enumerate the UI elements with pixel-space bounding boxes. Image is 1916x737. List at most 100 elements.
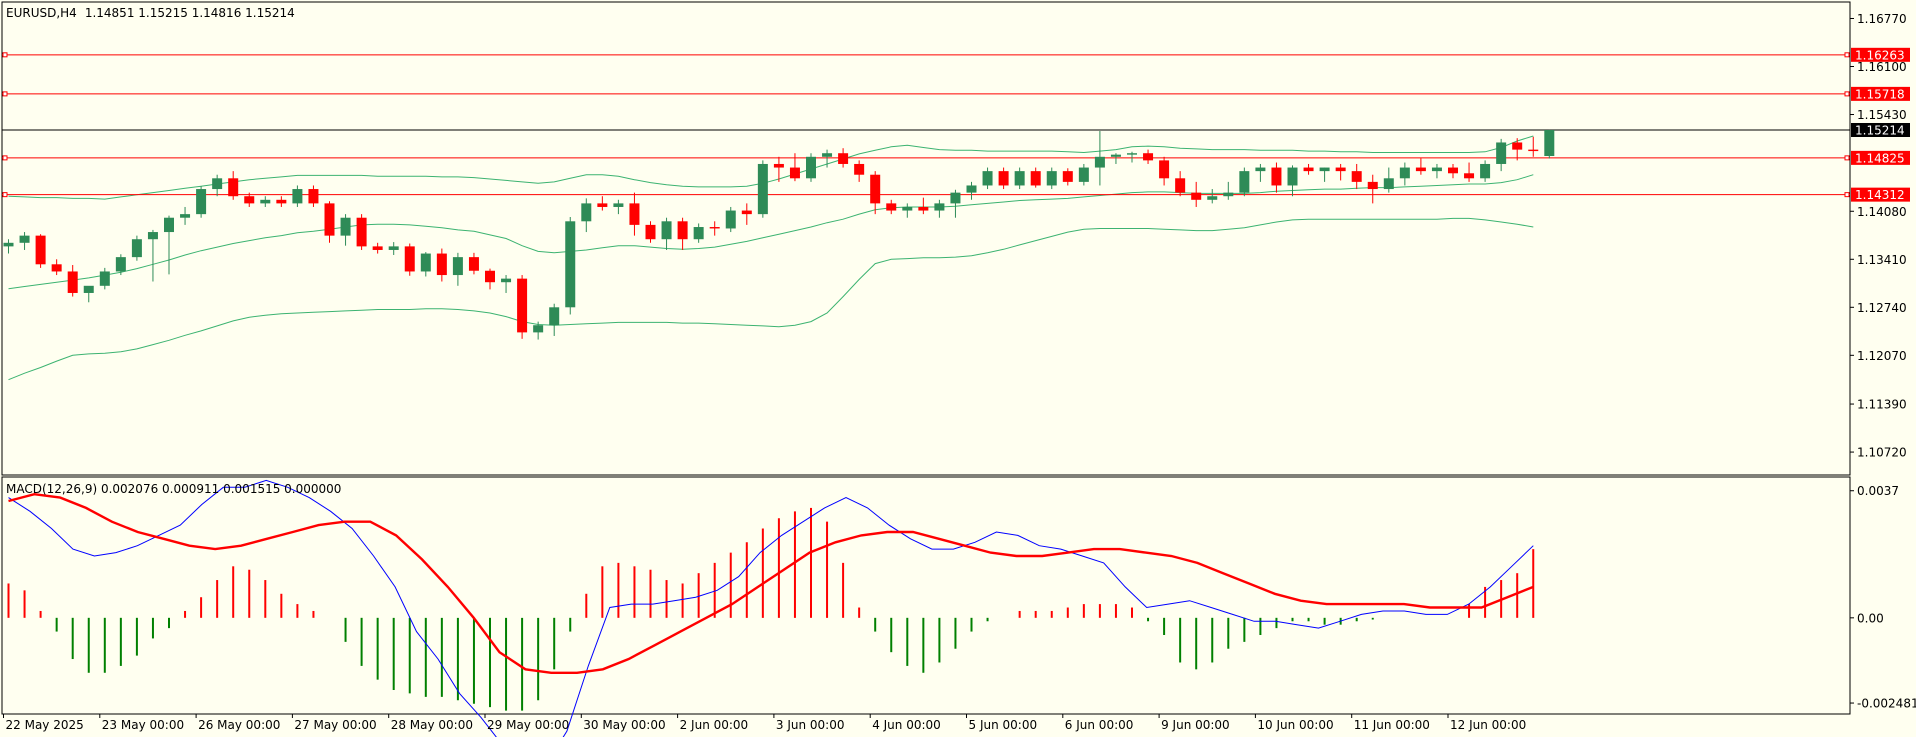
symbol-label: EURUSD,H4: [6, 6, 77, 20]
candle-body: [1239, 171, 1250, 193]
candle-body: [452, 257, 463, 276]
candle-body: [1464, 173, 1475, 179]
candle: [1207, 189, 1218, 204]
level-handle-left: [2, 155, 8, 161]
price-tick-label: 1.10720: [1857, 446, 1907, 460]
candle-body: [838, 153, 849, 164]
candle: [549, 303, 560, 336]
candle: [1448, 163, 1458, 179]
candle: [886, 199, 897, 215]
candle-body: [773, 163, 784, 168]
candle: [388, 242, 399, 255]
time-tick-label: 12 Jun 00:00: [1450, 718, 1526, 732]
candle: [292, 185, 303, 207]
price-tick-label: 1.12740: [1857, 301, 1907, 315]
horizontal-lines: 1.162631.157181.148251.143121.15214: [2, 47, 1910, 202]
candle: [1431, 163, 1442, 179]
time-tick-label: 5 Jun 00:00: [969, 718, 1038, 732]
time-tick-label: 4 Jun 00:00: [872, 718, 941, 732]
level-handle-left: [2, 192, 8, 198]
candle: [1464, 162, 1475, 182]
chart-window: 1.162631.157181.148251.143121.15214 1.16…: [1, 1, 1916, 737]
candle-body: [292, 189, 303, 204]
candle-body: [1335, 167, 1346, 172]
candle: [1014, 167, 1025, 190]
time-tick-label: 6 Jun 00:00: [1065, 718, 1134, 732]
candle: [420, 252, 431, 277]
price-tick-label: 1.13410: [1857, 253, 1907, 267]
candle-body: [629, 203, 640, 225]
candle-body: [324, 203, 335, 236]
candle: [164, 215, 174, 275]
candle: [1110, 153, 1121, 164]
candle-body: [3, 242, 14, 247]
time-tick-label: 27 May 00:00: [294, 718, 376, 732]
candle-body: [1367, 181, 1378, 190]
candle: [1191, 181, 1202, 207]
candle-body: [886, 203, 897, 211]
candle-body: [1014, 171, 1025, 186]
candle: [1512, 138, 1523, 161]
candle-body: [966, 185, 977, 193]
time-tick-label: 23 May 00:00: [102, 718, 184, 732]
candles: [3, 129, 1555, 340]
symbol-ohlc-header: EURUSD,H4 1.14851 1.15215 1.14816 1.15214: [6, 6, 295, 20]
candle: [1271, 162, 1282, 193]
time-tick-label: 3 Jun 00:00: [776, 718, 845, 732]
candle-body: [35, 235, 46, 265]
candle: [517, 275, 528, 339]
candle: [741, 203, 752, 225]
candle-body: [998, 171, 1009, 186]
candle: [661, 217, 672, 250]
candle-body: [806, 156, 816, 179]
level-handle-right: [1844, 192, 1850, 198]
candle: [51, 259, 62, 276]
candle-body: [677, 221, 688, 240]
time-tick-label: 10 Jun 00:00: [1257, 718, 1333, 732]
candle: [501, 275, 512, 293]
price-panel-frame: [1, 1, 1851, 476]
candle-body: [420, 253, 431, 272]
macd-tick-label: 0.0037: [1857, 484, 1899, 498]
candle: [340, 214, 351, 246]
candle-body: [1062, 171, 1073, 182]
candle-body: [19, 235, 30, 243]
candle-body: [1415, 167, 1426, 172]
candle-body: [1159, 160, 1170, 179]
candle-body: [709, 227, 720, 229]
candle: [693, 223, 704, 243]
candle-body: [693, 227, 704, 240]
candle-body: [533, 325, 544, 333]
candle-body: [870, 174, 881, 204]
level-handle-left: [2, 91, 8, 97]
candle-body: [276, 199, 287, 204]
level-handle-right: [1844, 155, 1850, 161]
candle: [228, 171, 239, 200]
candle: [404, 243, 415, 276]
candle-body: [1399, 167, 1410, 179]
candle: [1528, 136, 1539, 157]
candle: [99, 267, 110, 290]
candle-body: [99, 271, 110, 286]
candle: [1287, 165, 1298, 197]
candle-body: [1383, 178, 1394, 190]
candle: [372, 242, 383, 254]
candle: [629, 192, 640, 236]
candle-body: [485, 270, 495, 283]
candle: [1127, 151, 1137, 163]
price-tick-label: 1.11390: [1857, 398, 1907, 412]
time-tick-label: 29 May 00:00: [487, 718, 569, 732]
candle: [854, 160, 865, 182]
candle-body: [645, 224, 656, 240]
candle-body: [1303, 167, 1314, 172]
candle: [757, 160, 768, 218]
candle: [324, 201, 335, 243]
candle-body: [597, 203, 608, 207]
candle-body: [1110, 154, 1121, 157]
candle: [902, 203, 913, 218]
candle: [645, 221, 656, 243]
candle-body: [83, 285, 94, 293]
candle-body: [613, 203, 624, 207]
candle: [918, 197, 929, 215]
candle-body: [1496, 142, 1507, 164]
